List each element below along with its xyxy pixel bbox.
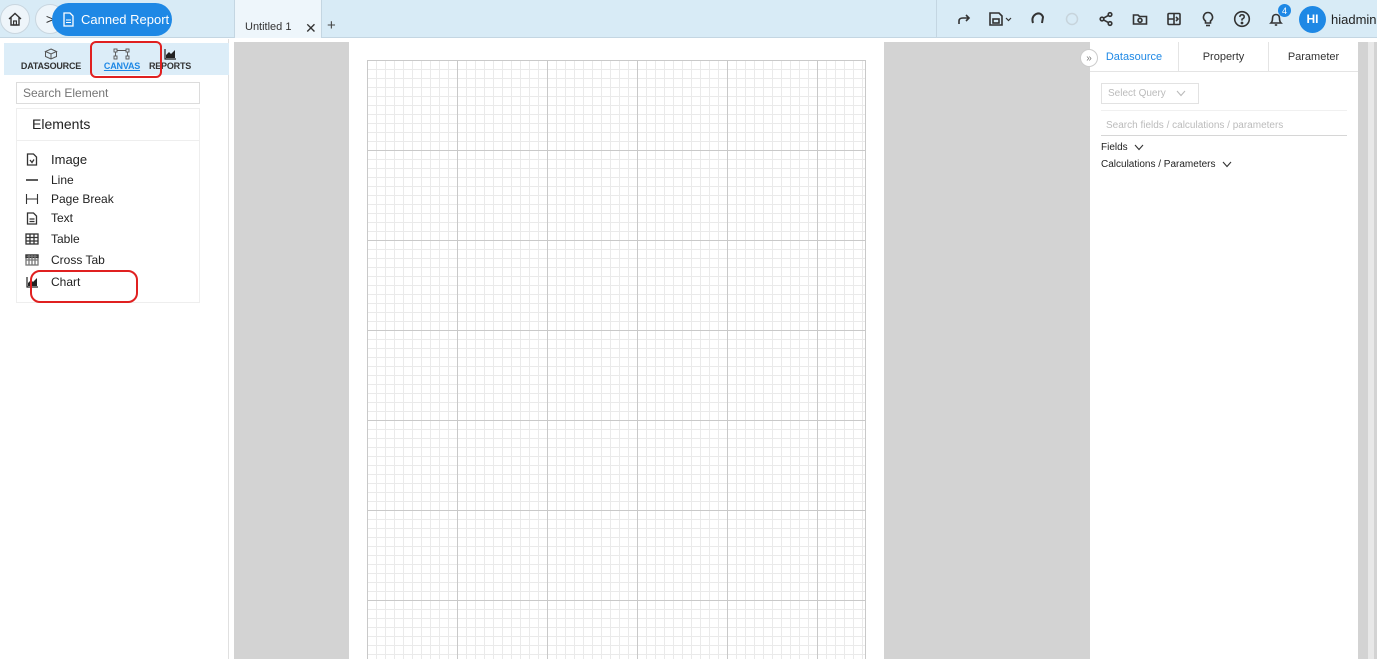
- element-text[interactable]: Text: [24, 211, 73, 225]
- cube-icon: [44, 47, 58, 60]
- share-icon: [1099, 11, 1113, 27]
- chart-icon: [163, 48, 176, 60]
- tab-property[interactable]: Property: [1179, 42, 1269, 72]
- document-icon: [63, 12, 74, 27]
- design-grid[interactable]: [367, 60, 866, 659]
- toolbar: 4 HI hiadmin⌄: [936, 0, 1377, 38]
- top-bar: > Canned Report Untitled 1 ✕ + 4 HI hiad…: [0, 0, 1377, 38]
- canvas-tab-highlight: [90, 41, 162, 78]
- home-button[interactable]: [0, 4, 30, 34]
- tips-button[interactable]: [1191, 0, 1225, 38]
- element-table-label: Table: [51, 232, 80, 246]
- left-panel: DATASOURCE CANVAS REPORTS Elements: [0, 39, 229, 659]
- redo-button[interactable]: [947, 0, 981, 38]
- select-query-dropdown[interactable]: Select Query: [1101, 83, 1199, 104]
- loading-icon: [1065, 12, 1079, 26]
- loading-indicator: [1055, 0, 1089, 38]
- layout-icon: [1167, 12, 1181, 26]
- report-page[interactable]: [349, 42, 884, 659]
- breadcrumb-canned-report[interactable]: Canned Report: [52, 3, 172, 36]
- folder-icon: [1132, 14, 1148, 25]
- document-tab-label: Untitled 1: [245, 21, 292, 33]
- tab-datasource-label: DATASOURCE: [20, 60, 82, 71]
- fields-label: Fields: [1101, 142, 1128, 153]
- element-line[interactable]: Line: [24, 173, 74, 187]
- search-element-input[interactable]: [16, 82, 200, 104]
- canvas-area[interactable]: [234, 42, 885, 659]
- chevron-down-icon: [1222, 161, 1231, 168]
- tab-datasource[interactable]: DATASOURCE: [4, 43, 98, 75]
- breadcrumb-label: Canned Report: [81, 12, 170, 27]
- elements-title: Elements: [17, 109, 199, 141]
- right-panel: Datasource Property Parameter Select Que…: [1090, 42, 1358, 659]
- table-icon: [24, 232, 40, 246]
- help-icon: [1233, 10, 1251, 28]
- select-query-placeholder: Select Query: [1108, 88, 1166, 99]
- save-icon: [989, 12, 1012, 26]
- element-page-break-label: Page Break: [51, 192, 114, 206]
- element-image-label: Image: [51, 152, 88, 167]
- element-cross-tab-label: Cross Tab: [51, 253, 105, 267]
- field-search-input[interactable]: Search fields / calculations / parameter…: [1101, 120, 1347, 136]
- element-page-break[interactable]: Page Break: [24, 192, 114, 206]
- notification-badge: 4: [1278, 4, 1291, 17]
- image-icon: [24, 153, 40, 167]
- close-tab-icon[interactable]: ✕: [305, 20, 317, 37]
- canvas-margin: [885, 42, 1090, 659]
- tab-parameter[interactable]: Parameter: [1269, 42, 1358, 72]
- user-menu[interactable]: hiadmin⌄: [1331, 12, 1377, 27]
- layout-button[interactable]: [1157, 0, 1191, 38]
- refresh-icon: [1031, 12, 1045, 24]
- right-panel-tabs: Datasource Property Parameter: [1090, 42, 1358, 72]
- calculations-section[interactable]: Calculations / Parameters: [1101, 159, 1232, 170]
- open-folder-button[interactable]: [1123, 0, 1157, 38]
- chevron-down-icon: [1176, 90, 1186, 97]
- help-button[interactable]: [1225, 0, 1259, 38]
- share-button[interactable]: [1089, 0, 1123, 38]
- save-button[interactable]: [981, 0, 1021, 38]
- notifications-button[interactable]: 4: [1259, 0, 1293, 38]
- avatar[interactable]: HI: [1299, 5, 1326, 33]
- collapse-panel-button[interactable]: »: [1080, 49, 1098, 67]
- fields-section[interactable]: Fields: [1101, 142, 1144, 153]
- redo-icon: [958, 14, 971, 24]
- username-label: hiadmin: [1331, 11, 1377, 27]
- scrollbar[interactable]: [1368, 42, 1374, 659]
- home-icon: [8, 12, 22, 26]
- element-cross-tab[interactable]: Cross Tab: [24, 253, 105, 267]
- element-text-label: Text: [51, 211, 74, 225]
- add-tab-button[interactable]: +: [327, 17, 336, 34]
- calculations-label: Calculations / Parameters: [1101, 159, 1216, 170]
- divider: [1101, 110, 1347, 111]
- text-icon: [24, 211, 40, 225]
- document-tab-strip: Untitled 1 ✕ +: [234, 0, 336, 38]
- chevron-down-icon: [1134, 144, 1144, 151]
- page-break-icon: [24, 192, 40, 206]
- refresh-button[interactable]: [1021, 0, 1055, 38]
- element-table[interactable]: Table: [24, 232, 80, 246]
- double-chevron-icon: »: [1086, 52, 1092, 64]
- lightbulb-icon: [1202, 11, 1214, 27]
- cross-tab-icon: [24, 253, 40, 267]
- right-gutter: [1358, 42, 1377, 659]
- document-tab[interactable]: Untitled 1 ✕: [234, 0, 322, 38]
- element-line-label: Line: [51, 173, 74, 187]
- chart-element-highlight: [30, 270, 138, 303]
- tab-datasource-right[interactable]: Datasource: [1090, 42, 1179, 72]
- line-icon: [24, 173, 40, 187]
- element-image[interactable]: Image: [24, 152, 87, 167]
